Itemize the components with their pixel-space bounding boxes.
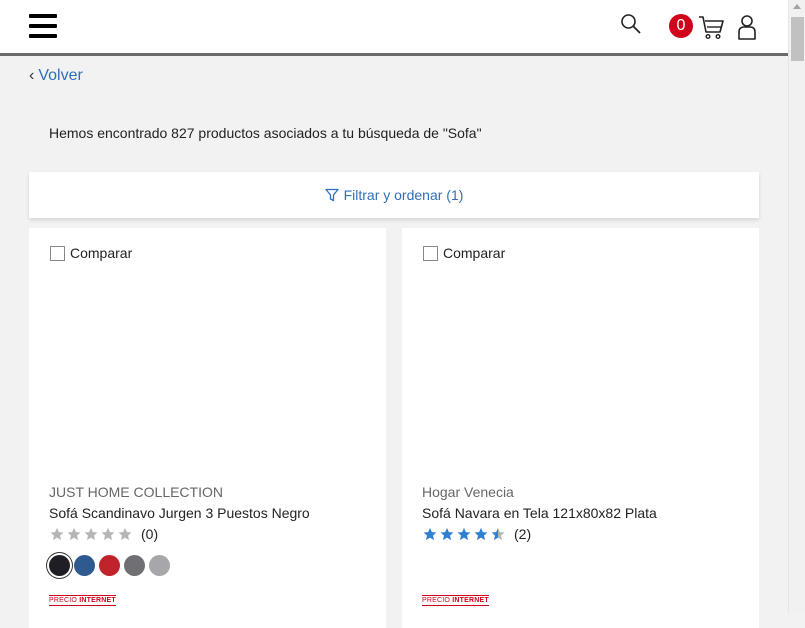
product-brand: JUST HOME COLLECTION (49, 484, 223, 500)
product-card[interactable]: Comparar Hogar Venecia Sofá Navara en Te… (402, 228, 759, 628)
star-icon (118, 527, 132, 541)
compare-label: Comparar (70, 245, 133, 261)
price-tag-strong: INTERNET (79, 597, 116, 604)
cart-count-badge[interactable]: 0 (669, 14, 693, 38)
star-icon (474, 527, 488, 541)
filter-sort-button[interactable]: Filtrar y ordenar (1) (29, 172, 759, 218)
shopping-cart-icon[interactable] (697, 13, 725, 41)
star-icon (101, 527, 115, 541)
star-rating (422, 527, 507, 541)
top-header: 0 (0, 0, 788, 56)
color-swatch[interactable] (99, 555, 120, 576)
price-tag-prefix: PRECIO (422, 597, 451, 604)
star-rating (49, 527, 134, 541)
product-card[interactable]: Comparar JUST HOME COLLECTION Sofá Scand… (29, 228, 386, 628)
star-icon (423, 527, 437, 541)
filter-label: Filtrar y ordenar (1) (343, 187, 464, 203)
product-brand: Hogar Venecia (422, 484, 514, 500)
search-icon[interactable] (620, 13, 642, 35)
star-icon (50, 527, 64, 541)
compare-label: Comparar (443, 245, 506, 261)
scroll-up-arrow-icon[interactable] (793, 4, 801, 9)
chevron-left-icon: ‹ (29, 67, 35, 84)
hamburger-menu-icon[interactable] (29, 14, 57, 38)
product-name[interactable]: Sofá Navara en Tela 121x80x82 Plata (422, 505, 657, 521)
scroll-thumb[interactable] (791, 17, 804, 61)
color-swatches (49, 555, 174, 576)
review-count: (2) (514, 526, 532, 542)
compare-checkbox[interactable]: Comparar (50, 245, 132, 261)
product-name[interactable]: Sofá Scandinavo Jurgen 3 Puestos Negro (49, 505, 310, 521)
compare-checkbox[interactable]: Comparar (423, 245, 505, 261)
product-rating: (0) (49, 526, 158, 542)
vertical-scrollbar[interactable] (788, 0, 805, 613)
checkbox-box[interactable] (50, 245, 65, 261)
color-swatch[interactable] (74, 555, 95, 576)
internet-price-tag: PRECIO INTERNET (422, 595, 489, 606)
star-icon (457, 527, 471, 541)
product-rating: (2) (422, 526, 531, 542)
search-results-banner: Hemos encontrado 827 productos asociados… (29, 107, 759, 161)
star-icon (491, 527, 505, 541)
star-icon (440, 527, 454, 541)
user-icon[interactable] (736, 13, 758, 41)
price-tag-strong: INTERNET (452, 597, 489, 604)
color-swatch[interactable] (149, 555, 170, 576)
star-icon (84, 527, 98, 541)
color-swatch[interactable] (49, 555, 70, 576)
checkbox-box[interactable] (423, 245, 438, 261)
back-label: Volver (38, 67, 83, 84)
back-link[interactable]: ‹ Volver (29, 67, 83, 85)
price-tag-prefix: PRECIO (49, 597, 78, 604)
results-message: Hemos encontrado 827 productos asociados… (49, 125, 482, 141)
review-count: (0) (141, 526, 159, 542)
filter-icon (324, 188, 339, 202)
star-icon (67, 527, 81, 541)
internet-price-tag: PRECIO INTERNET (49, 595, 116, 606)
color-swatch[interactable] (124, 555, 145, 576)
